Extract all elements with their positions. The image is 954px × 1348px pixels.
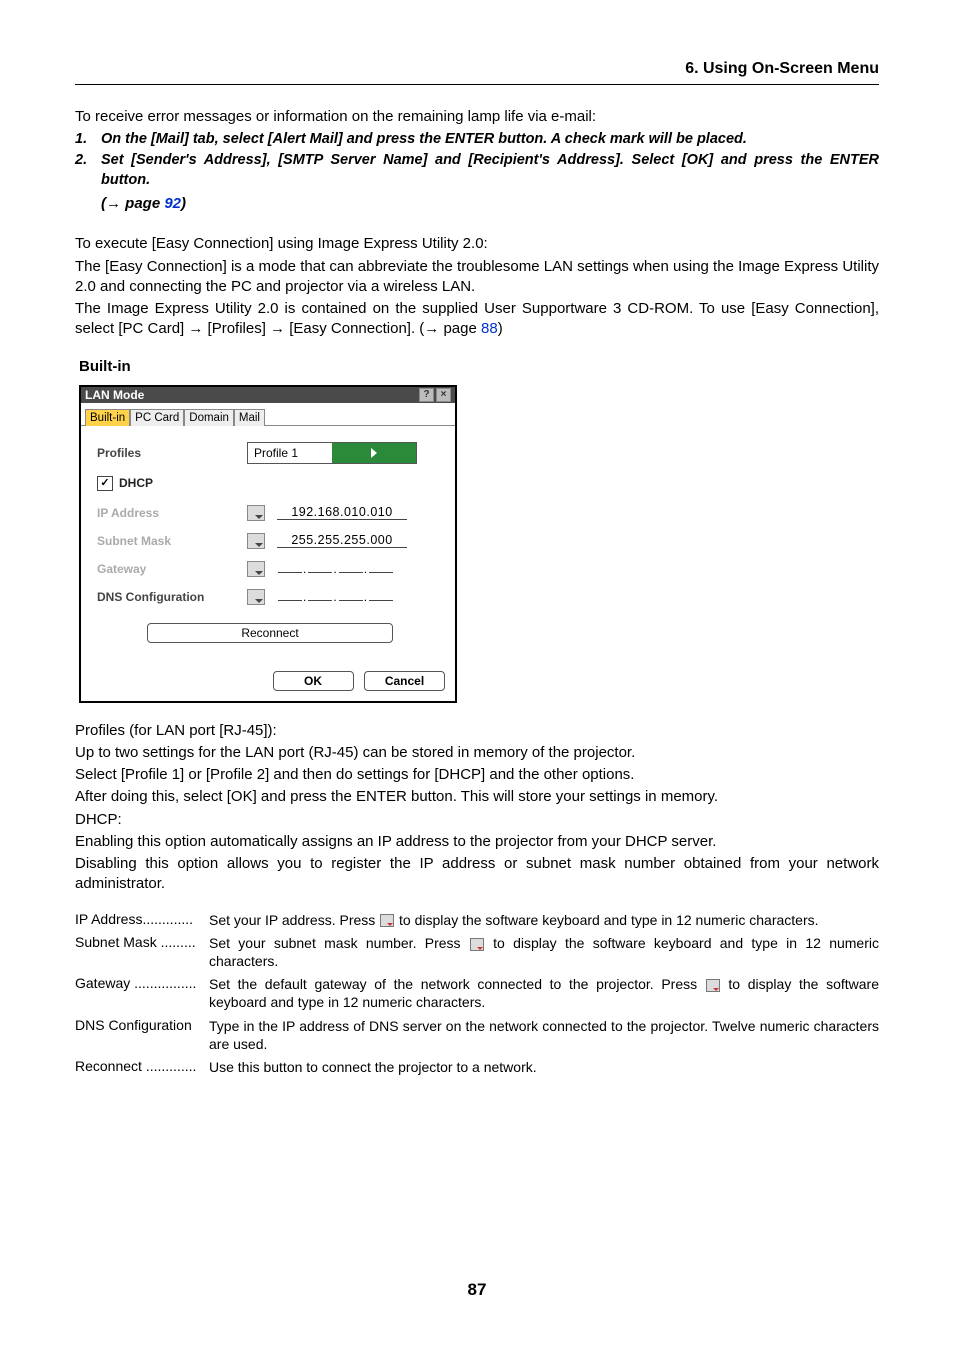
- profiles-value: Profile 1: [248, 446, 332, 460]
- easy-conn-desc: The [Easy Connection] is a mode that can…: [75, 257, 879, 298]
- step-1: 1.On the [Mail] tab, select [Alert Mail]…: [75, 129, 879, 149]
- ip-value: 192.168.010.010: [277, 505, 407, 520]
- gateway-value: ...: [277, 562, 394, 576]
- intro-line: To receive error messages or information…: [75, 107, 879, 127]
- dns-label: DNS Configuration: [97, 590, 247, 604]
- dhcp-checkbox[interactable]: [97, 476, 113, 491]
- profiles-line2: Select [Profile 1] or [Profile 2] and th…: [75, 765, 879, 785]
- dhcp-label: DHCP: [119, 476, 153, 490]
- keyboard-icon[interactable]: [247, 561, 265, 577]
- page-ref-line: (→ page 92): [75, 194, 879, 214]
- tab-strip: Built-in PC Card Domain Mail: [81, 403, 455, 426]
- keyboard-icon[interactable]: [247, 505, 265, 521]
- keyboard-icon: [470, 938, 484, 951]
- tab-pccard[interactable]: PC Card: [130, 409, 184, 426]
- dialog-titlebar: LAN Mode ? ×: [81, 387, 455, 403]
- dns-value: ...: [277, 590, 394, 604]
- page-number: 87: [0, 1280, 954, 1300]
- tab-domain[interactable]: Domain: [184, 409, 234, 426]
- gateway-label: Gateway: [97, 562, 247, 576]
- def-dns: DNS Configuration Type in the IP address…: [75, 1017, 879, 1053]
- lan-mode-dialog: LAN Mode ? × Built-in PC Card Domain Mai…: [79, 385, 457, 703]
- def-ip: IP Address............. Set your IP addr…: [75, 911, 879, 929]
- dialog-title-text: LAN Mode: [85, 388, 144, 402]
- profiles-label: Profiles: [97, 446, 247, 460]
- ip-label: IP Address: [97, 506, 247, 520]
- step-2: 2.Set [Sender's Address], [SMTP Server N…: [75, 150, 879, 191]
- keyboard-icon: [706, 979, 720, 992]
- easy-conn-cdrom: The Image Express Utility 2.0 is contain…: [75, 299, 879, 340]
- dhcp-row[interactable]: DHCP: [97, 476, 443, 491]
- chevron-right-icon[interactable]: [332, 443, 416, 463]
- def-gateway: Gateway ................ Set the default…: [75, 975, 879, 1011]
- section-header: 6. Using On-Screen Menu: [75, 60, 879, 85]
- subnet-label: Subnet Mask: [97, 534, 247, 548]
- tab-mail[interactable]: Mail: [234, 409, 265, 426]
- keyboard-icon: [380, 914, 394, 927]
- keyboard-icon[interactable]: [247, 533, 265, 549]
- dhcp-line1: Enabling this option automatically assig…: [75, 832, 879, 852]
- dhcp-heading-text: DHCP:: [75, 810, 879, 830]
- ok-button[interactable]: OK: [273, 671, 354, 691]
- profiles-line1: Up to two settings for the LAN port (RJ-…: [75, 743, 879, 763]
- subnet-value: 255.255.255.000: [277, 533, 407, 548]
- profiles-heading: Profiles (for LAN port [RJ-45]):: [75, 721, 879, 741]
- profiles-select[interactable]: Profile 1: [247, 442, 417, 464]
- profiles-line3: After doing this, select [OK] and press …: [75, 787, 879, 807]
- easy-conn-intro: To execute [Easy Connection] using Image…: [75, 234, 879, 254]
- dhcp-line2: Disabling this option allows you to regi…: [75, 854, 879, 895]
- close-icon[interactable]: ×: [436, 388, 451, 402]
- page-link-88[interactable]: 88: [481, 320, 498, 337]
- builtin-heading: Built-in: [79, 358, 879, 375]
- def-reconnect: Reconnect ............. Use this button …: [75, 1058, 879, 1076]
- def-subnet: Subnet Mask ......... Set your subnet ma…: [75, 934, 879, 970]
- tab-builtin[interactable]: Built-in: [85, 409, 130, 426]
- reconnect-button[interactable]: Reconnect: [147, 623, 393, 643]
- keyboard-icon[interactable]: [247, 589, 265, 605]
- cancel-button[interactable]: Cancel: [364, 671, 445, 691]
- help-icon[interactable]: ?: [419, 388, 434, 402]
